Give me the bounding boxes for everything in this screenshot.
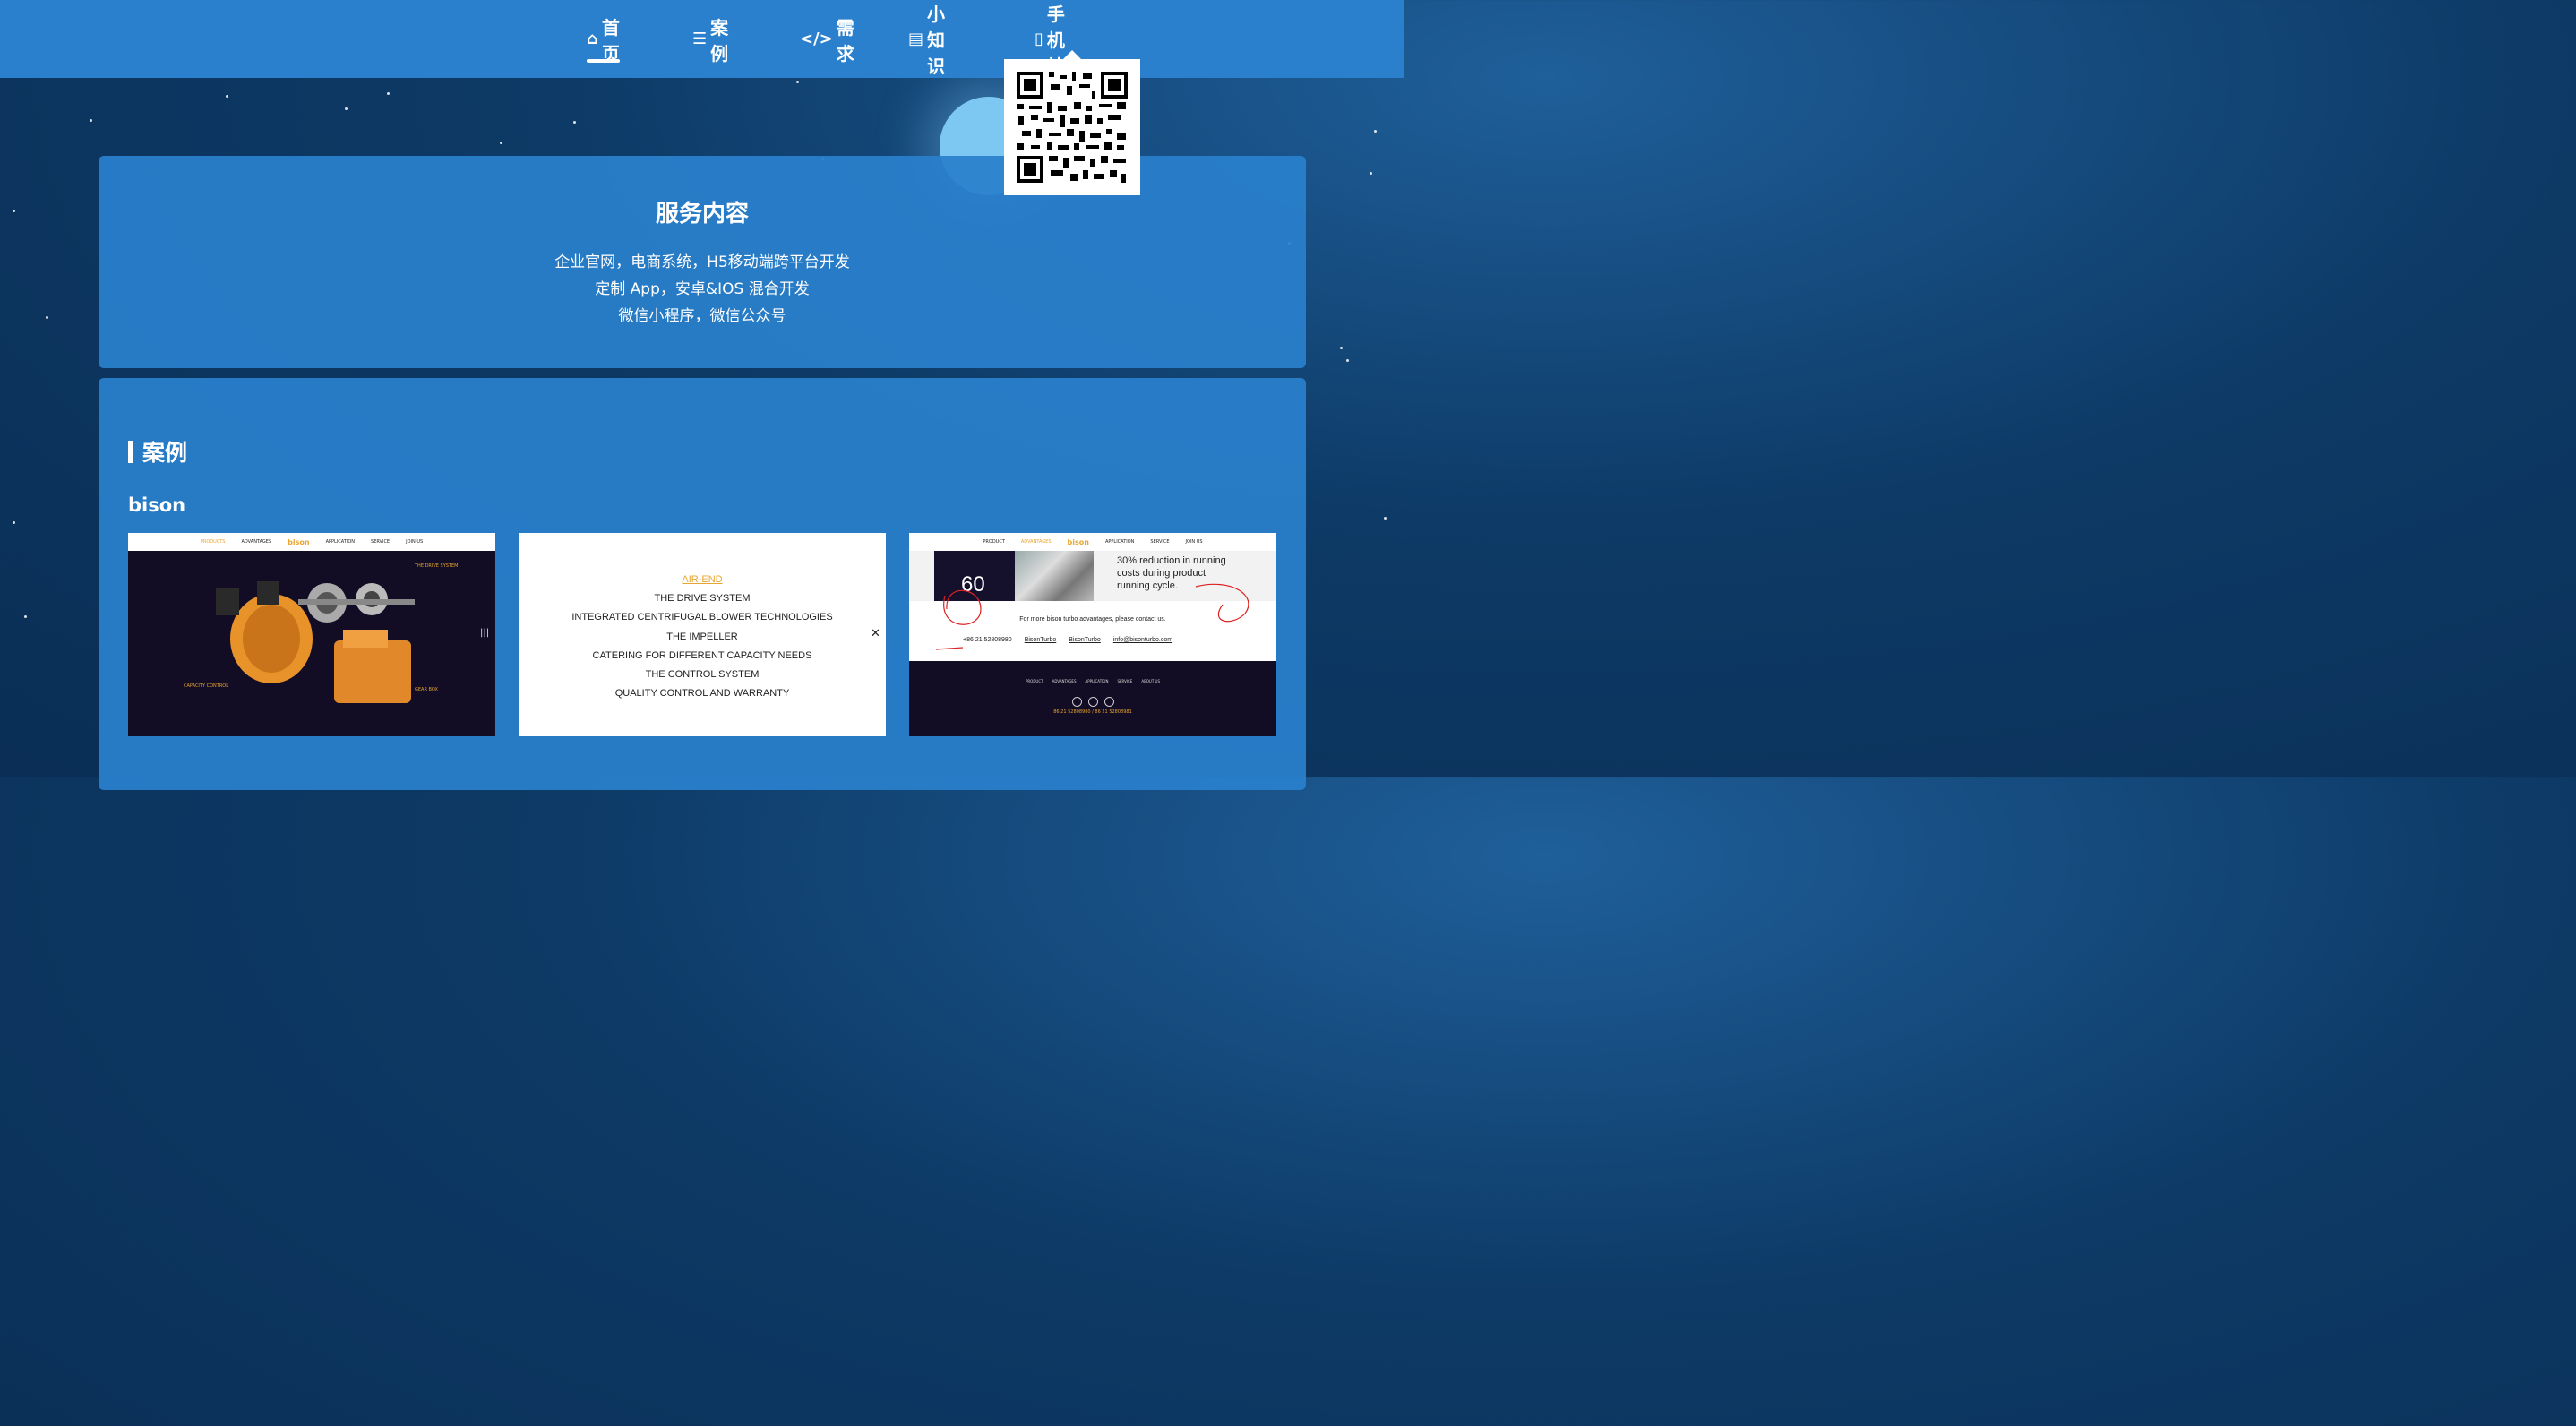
nav-item-home[interactable]: ⌂ 首页	[587, 0, 620, 78]
menu-item: THE CONTROL SYSTEM	[645, 669, 760, 681]
footer-nav-item: ABOUT US	[1141, 679, 1160, 683]
mobile-icon: ▯	[1035, 30, 1043, 48]
contact-row: +86 21 52808980 BisonTurbo BisonTurbo in…	[963, 637, 1172, 643]
footer-nav-item: PRODUCT	[1025, 679, 1043, 683]
menu-item: AIR-END	[682, 574, 723, 585]
menu-item: THE DRIVE SYSTEM	[654, 593, 751, 605]
wechat-icon	[1072, 697, 1082, 707]
footer-nav-item: ADVANTAGES	[1052, 679, 1077, 683]
footer-nav-item: APPLICATION	[1085, 679, 1109, 683]
service-line: 企业官网，电商系统，H5移动端跨平台开发	[554, 253, 850, 271]
footer-nav: PRODUCT ADVANTAGES APPLICATION SERVICE A…	[909, 679, 1276, 683]
service-line: 微信小程序，微信公众号	[618, 307, 786, 325]
newspaper-icon: ▤	[908, 30, 924, 48]
menu-item: INTEGRATED CENTRIFUGAL BLOWER TECHNOLOGI…	[571, 612, 833, 623]
case-screenshot-2[interactable]: AIR-END THE DRIVE SYSTEM INTEGRATED CENT…	[519, 533, 886, 736]
nav-item-label: 首页	[601, 16, 620, 64]
mail-icon	[1104, 697, 1114, 707]
service-line: 定制 App，安卓&IOS 混合开发	[595, 280, 810, 298]
mobile-qr-popup	[1004, 50, 1140, 195]
callout-label: CAPACITY CONTROL	[184, 683, 229, 689]
callout-label: GEAR BOX	[415, 687, 438, 692]
top-nav-bar: ⌂ 首页 ☰ 案例 </> 需求 ▤ 小知识 ▯ 手机站	[0, 0, 1404, 78]
footer-phone: 86 21 52808980 / 86 21 52808981	[1053, 709, 1132, 715]
wechat-contact: BisonTurbo	[1024, 637, 1057, 643]
cases-heading: 案例	[128, 435, 187, 468]
case-screenshot-3[interactable]: PRODUCT ADVANTAGES bison APPLICATION SER…	[909, 533, 1276, 736]
code-icon: </>	[800, 30, 833, 48]
cases-heading-label: 案例	[142, 440, 188, 466]
linkedin-contact: BisonTurbo	[1069, 637, 1101, 643]
service-title: 服务内容	[655, 201, 749, 228]
nav-item-label: 小知识	[927, 4, 946, 77]
home-icon: ⌂	[587, 30, 598, 48]
project-name[interactable]: bison	[128, 494, 185, 516]
nav-item-demand[interactable]: </> 需求	[800, 0, 854, 78]
linkedin-icon	[1088, 697, 1098, 707]
service-lines: 企业官网，电商系统，H5移动端跨平台开发 定制 App，安卓&IOS 混合开发 …	[99, 249, 1306, 330]
email-contact: info@bisonturbo.com	[1112, 637, 1173, 643]
menu-item: QUALITY CONTROL AND WARRANTY	[614, 688, 790, 700]
menu-icon: |||	[480, 628, 490, 638]
heading-accent-bar	[128, 440, 133, 463]
qr-code	[1017, 72, 1128, 183]
mini-footer: PRODUCT ADVANTAGES APPLICATION SERVICE A…	[909, 661, 1276, 736]
overlay-menu: AIR-END THE DRIVE SYSTEM INTEGRATED CENT…	[519, 571, 886, 703]
callout-label: THE DRIVE SYSTEM	[415, 563, 459, 569]
nav-item-label: 案例	[710, 16, 729, 64]
case-screenshot-1[interactable]: PRODUCTS ADVANTAGES bison APPLICATION SE…	[128, 533, 495, 736]
nav-item-label: 需求	[836, 16, 854, 64]
nav-item-cases[interactable]: ☰ 案例	[692, 0, 728, 78]
menu-item: THE IMPELLER	[666, 631, 738, 642]
contact-prompt: For more bison turbo advantages, please …	[1019, 616, 1166, 623]
cases-panel: 案例 bison PRODUCTS ADVANTAGES bison APPLI…	[99, 378, 1306, 790]
cases-icon: ☰	[692, 30, 708, 48]
menu-item: CATERING FOR DIFFERENT CAPACITY NEEDS	[592, 649, 812, 661]
close-icon: ✕	[871, 627, 880, 640]
nav-item-knowledge[interactable]: ▤ 小知识	[908, 0, 945, 78]
footer-nav-item: SERVICE	[1117, 679, 1133, 683]
phone-contact: +86 21 52808980	[963, 637, 1012, 643]
